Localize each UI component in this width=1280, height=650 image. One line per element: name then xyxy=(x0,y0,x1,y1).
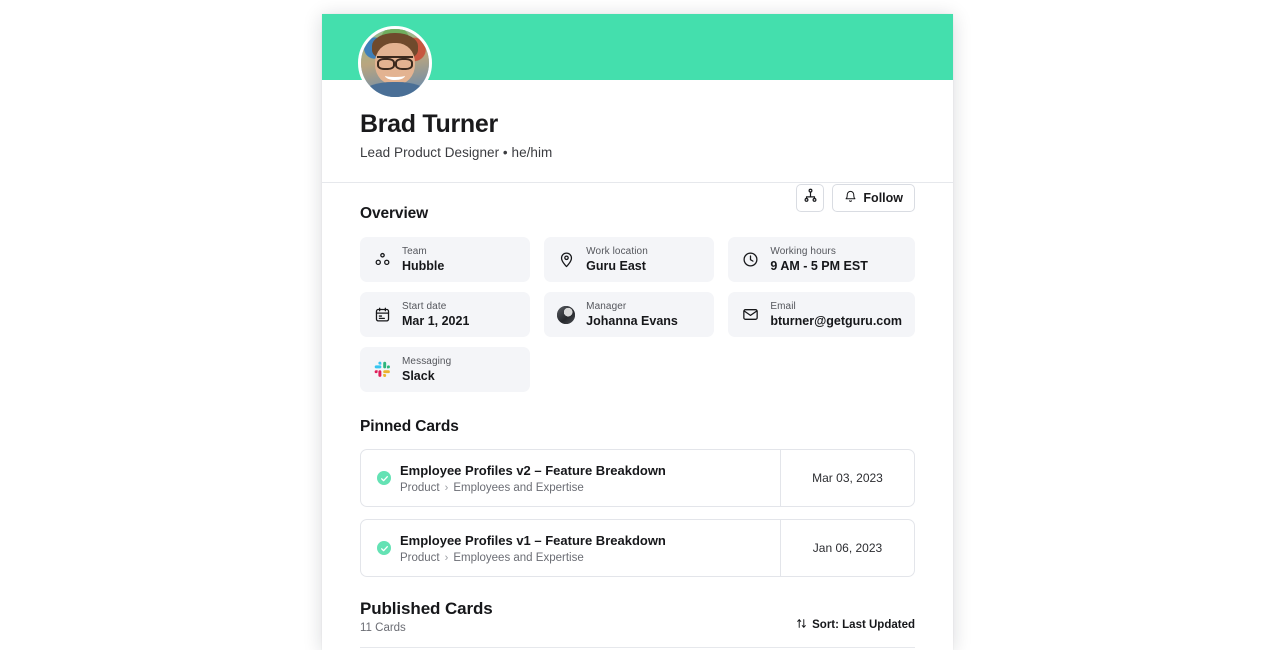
org-chart-icon xyxy=(803,188,818,208)
page-title: Brad Turner xyxy=(360,110,498,138)
verified-check-icon xyxy=(377,471,391,485)
pinned-card-date: Jan 06, 2023 xyxy=(780,520,914,576)
manager-avatar xyxy=(557,305,576,324)
overview-card-email[interactable]: Email bturner@getguru.com xyxy=(728,292,915,337)
pinned-card-title: Employee Profiles v2 – Feature Breakdown xyxy=(400,463,666,479)
overview-card-value: Slack xyxy=(402,368,435,383)
bell-icon xyxy=(844,190,857,206)
overview-card-manager[interactable]: Manager Johanna Evans xyxy=(544,292,715,337)
envelope-icon xyxy=(741,306,759,324)
overview-card-working-hours[interactable]: Working hours 9 AM - 5 PM EST xyxy=(728,237,915,282)
overview-card-label: Work location xyxy=(586,245,648,257)
overview-card-label: Start date xyxy=(402,300,447,312)
breadcrumb: Product › Employees and Expertise xyxy=(400,482,666,494)
slack-logo-icon xyxy=(373,361,391,379)
overview-card-value: 9 AM - 5 PM EST xyxy=(770,258,868,273)
published-cards-title: Published Cards xyxy=(360,599,493,618)
published-cards-count: 11 Cards xyxy=(360,622,406,634)
identity-block: Brad Turner Lead Product Designer • he/h… xyxy=(322,80,953,212)
profile-panel: Brad Turner Lead Product Designer • he/h… xyxy=(322,14,953,650)
overview-card-label: Team xyxy=(402,245,427,257)
clock-icon xyxy=(741,251,759,269)
verified-check-icon xyxy=(377,541,391,555)
breadcrumb-separator: › xyxy=(444,481,449,494)
breadcrumb-child: Employees and Expertise xyxy=(453,551,584,564)
profile-actions: Follow xyxy=(796,184,915,212)
overview-card-value: bturner@getguru.com xyxy=(770,313,902,328)
org-chart-button[interactable] xyxy=(796,184,825,212)
profile-subtitle: Lead Product Designer • he/him xyxy=(360,144,553,160)
overview-card-work-location[interactable]: Work location Guru East xyxy=(544,237,715,282)
pinned-cards-title: Pinned Cards xyxy=(360,418,459,435)
overview-card-value: Mar 1, 2021 xyxy=(402,313,470,328)
breadcrumb-parent: Product xyxy=(400,551,440,564)
overview-card-label: Manager xyxy=(586,300,627,312)
overview-card-value: Guru East xyxy=(586,258,646,273)
breadcrumb-child: Employees and Expertise xyxy=(453,481,584,494)
follow-button-label: Follow xyxy=(863,191,903,205)
sort-arrows-icon xyxy=(796,618,807,632)
pinned-cards-list: Employee Profiles v2 – Feature Breakdown… xyxy=(360,449,915,577)
people-group-icon xyxy=(373,251,391,269)
map-pin-icon xyxy=(557,251,575,269)
overview-grid: Team Hubble Work location Guru East Work… xyxy=(360,237,915,392)
sort-control-label: Sort: Last Updated xyxy=(812,619,915,631)
pinned-card-title: Employee Profiles v1 – Feature Breakdown xyxy=(400,533,666,549)
page-root: Brad Turner Lead Product Designer • he/h… xyxy=(0,0,1280,650)
breadcrumb-parent: Product xyxy=(400,481,440,494)
overview-card-team[interactable]: Team Hubble xyxy=(360,237,531,282)
overview-card-label: Working hours xyxy=(770,245,836,257)
sort-control[interactable]: Sort: Last Updated xyxy=(796,618,915,634)
overview-card-value: Hubble xyxy=(402,258,445,273)
profile-banner xyxy=(322,14,953,100)
pinned-card-main[interactable]: Employee Profiles v1 – Feature Breakdown… xyxy=(361,520,780,576)
pinned-card-main[interactable]: Employee Profiles v2 – Feature Breakdown… xyxy=(361,450,780,506)
published-divider xyxy=(360,647,915,648)
published-cards-section: Published Cards 11 Cards Sort: Last Upda… xyxy=(360,599,915,648)
breadcrumb-separator: › xyxy=(444,551,449,564)
published-cards-heading: Published Cards 11 Cards xyxy=(360,599,493,634)
overview-card-label: Messaging xyxy=(402,355,452,367)
pinned-card-row[interactable]: Employee Profiles v2 – Feature Breakdown… xyxy=(360,449,915,507)
overview-card-label: Email xyxy=(770,300,796,312)
calendar-icon xyxy=(373,306,391,324)
breadcrumb: Product › Employees and Expertise xyxy=(400,552,666,564)
follow-button[interactable]: Follow xyxy=(832,184,915,212)
pinned-cards-section: Pinned Cards Employee Profiles v2 – Feat… xyxy=(360,418,915,577)
overview-section: Overview Team Hubble Work location Guru … xyxy=(360,205,915,392)
overview-card-start-date[interactable]: Start date Mar 1, 2021 xyxy=(360,292,531,337)
pinned-card-row[interactable]: Employee Profiles v1 – Feature Breakdown… xyxy=(360,519,915,577)
panel-body: Overview Team Hubble Work location Guru … xyxy=(322,183,953,648)
overview-card-value: Johanna Evans xyxy=(586,313,678,328)
pinned-card-date: Mar 03, 2023 xyxy=(780,450,914,506)
overview-card-messaging[interactable]: Messaging Slack xyxy=(360,347,531,392)
published-cards-header: Published Cards 11 Cards Sort: Last Upda… xyxy=(360,599,915,634)
